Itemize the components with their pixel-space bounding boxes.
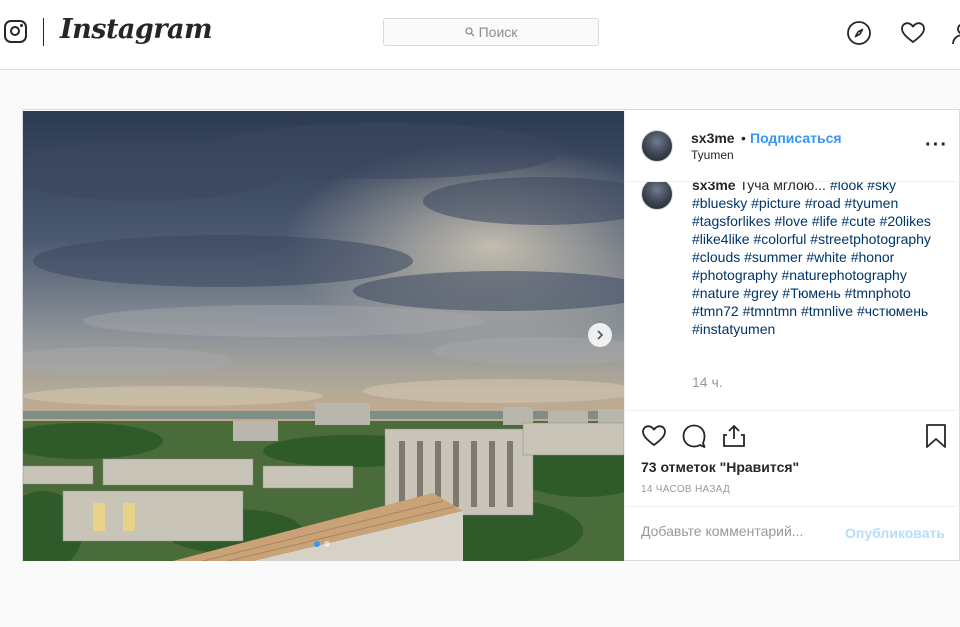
next-photo-button[interactable] bbox=[588, 323, 612, 347]
chevron-right-icon bbox=[597, 330, 604, 340]
more-options-icon[interactable]: ··· bbox=[925, 134, 948, 157]
caption-time: 14 ч. bbox=[692, 374, 723, 390]
post-timestamp: 14 ЧАСОВ НАЗАД bbox=[641, 484, 731, 495]
separator-bullet: • bbox=[741, 130, 746, 146]
post-caption: sx3me Туча мглою... #look #sky #bluesky … bbox=[692, 182, 942, 338]
post-photo[interactable] bbox=[23, 111, 624, 561]
caption-hashtags[interactable]: #look #sky #bluesky #picture #road #tyum… bbox=[692, 182, 931, 337]
comments-area[interactable]: sx3me Туча мглою... #look #sky #bluesky … bbox=[625, 182, 960, 410]
post-card: sx3me • Подписаться Tyumen ··· sx3me Туч… bbox=[22, 109, 960, 561]
explore-icon[interactable] bbox=[846, 20, 872, 46]
instagram-wordmark[interactable]: Instagram bbox=[60, 14, 213, 45]
bookmark-icon[interactable] bbox=[923, 423, 949, 449]
publish-button[interactable]: Опубликовать bbox=[845, 525, 945, 541]
instagram-camera-icon[interactable] bbox=[4, 20, 27, 43]
follow-button[interactable]: Подписаться bbox=[750, 130, 842, 146]
avatar[interactable] bbox=[641, 130, 673, 162]
carousel-dot bbox=[324, 541, 330, 547]
search-input[interactable]: Поиск bbox=[383, 18, 599, 46]
comment-icon[interactable] bbox=[681, 423, 707, 449]
share-icon[interactable] bbox=[721, 423, 747, 449]
add-comment-bar: Опубликовать bbox=[625, 506, 960, 560]
profile-icon[interactable] bbox=[950, 20, 960, 46]
caption-username[interactable]: sx3me bbox=[692, 182, 736, 193]
heart-icon[interactable] bbox=[900, 20, 926, 46]
likes-count[interactable]: 73 отметок "Нравится" bbox=[641, 459, 799, 475]
like-heart-icon[interactable] bbox=[641, 423, 667, 449]
cityscape-sky-image bbox=[23, 111, 624, 561]
logo-divider bbox=[43, 18, 44, 46]
search-placeholder: Поиск bbox=[478, 24, 518, 40]
post-header: sx3me • Подписаться Tyumen ··· bbox=[625, 110, 960, 182]
search-icon bbox=[464, 27, 475, 37]
carousel-dot-active bbox=[314, 541, 320, 547]
post-sidebar: sx3me • Подписаться Tyumen ··· sx3me Туч… bbox=[624, 110, 960, 560]
top-bar: Instagram Поиск bbox=[0, 0, 960, 70]
caption-avatar[interactable] bbox=[641, 182, 673, 210]
post-actions: 73 отметок "Нравится" 14 ЧАСОВ НАЗАД bbox=[625, 410, 960, 506]
carousel-indicator bbox=[314, 541, 330, 547]
post-username[interactable]: sx3me bbox=[691, 130, 735, 146]
caption-text: Туча мглою... bbox=[739, 182, 830, 193]
comment-input[interactable] bbox=[641, 523, 831, 539]
post-location[interactable]: Tyumen bbox=[691, 148, 734, 162]
